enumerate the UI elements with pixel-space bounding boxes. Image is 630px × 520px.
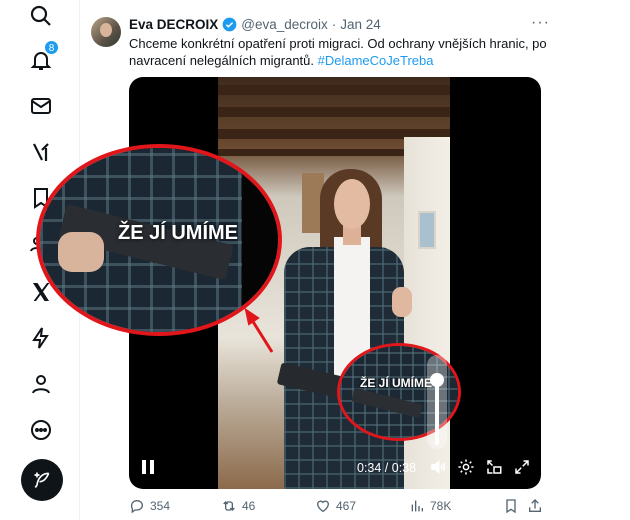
feather-plus-icon (34, 472, 50, 488)
video-time: 0:34 / 0:38 (357, 461, 417, 475)
repost-icon (223, 501, 235, 511)
verified-badge-icon (222, 17, 237, 32)
bookmark-button[interactable] (503, 498, 519, 514)
reply-count: 354 (150, 499, 171, 513)
reply-icon (130, 500, 144, 514)
reply-button[interactable]: 354 (129, 498, 170, 514)
author-name[interactable]: Eva DECROIX (129, 17, 218, 32)
more-circle-icon[interactable] (27, 416, 55, 444)
tweet-actions: 354 46 467 78K (129, 498, 629, 518)
profile-icon[interactable] (27, 370, 55, 398)
video-controls: 0:34 / 0:38 (129, 443, 541, 489)
mail-icon[interactable] (27, 92, 55, 120)
share-button[interactable] (527, 498, 543, 514)
pause-icon[interactable] (141, 459, 155, 475)
share-icon (529, 499, 541, 512)
like-count: 467 (336, 499, 357, 513)
notifications-badge: 8 (44, 40, 59, 55)
settings-gear-icon[interactable] (457, 458, 475, 476)
volume-fill (435, 380, 439, 445)
avatar[interactable] (91, 17, 121, 47)
author-handle[interactable]: @eva_decroix (241, 17, 328, 32)
views-button[interactable]: 78K (409, 498, 451, 514)
views-count: 78K (430, 499, 452, 513)
like-button[interactable]: 467 (315, 498, 356, 514)
repost-count: 46 (242, 499, 256, 513)
volume-icon[interactable] (429, 458, 447, 476)
views-chart-icon (411, 500, 423, 512)
more-options-button[interactable]: ··· (531, 14, 550, 32)
video-caption: ŽE JÍ UMÍME (360, 376, 433, 390)
repost-button[interactable]: 46 (221, 498, 255, 514)
heart-icon (316, 500, 330, 513)
search-icon[interactable] (27, 2, 55, 30)
separator-dot: · (331, 17, 337, 32)
bookmark-action-icon (506, 499, 516, 514)
volume-handle[interactable] (430, 373, 444, 387)
magnified-caption: ŽE JÍ UMÍME (118, 222, 239, 244)
volume-slider[interactable] (427, 355, 447, 449)
highlight-circle-magnified: ŽE JÍ UMÍME (36, 144, 282, 336)
hashtag-link[interactable]: #DelameCoJeTreba (318, 53, 434, 68)
picture-in-picture-icon[interactable] (485, 458, 503, 476)
bell-icon[interactable]: 8 (27, 40, 59, 74)
compose-post-button[interactable] (21, 459, 63, 501)
fullscreen-icon[interactable] (513, 458, 531, 476)
tweet-header: Eva DECROIX @eva_decroix · Jan 24 (129, 17, 381, 32)
tweet-date[interactable]: Jan 24 (340, 17, 381, 32)
tweet-text: Chceme konkrétní opatření proti migraci.… (129, 35, 599, 69)
